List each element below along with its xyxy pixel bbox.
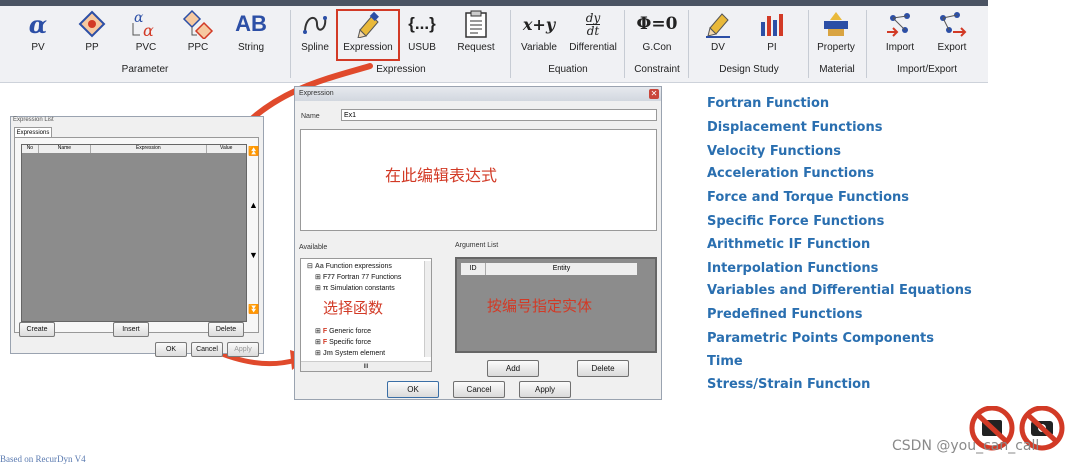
function-category: Acceleration Functions: [707, 166, 875, 181]
close-icon[interactable]: ✕: [649, 89, 659, 99]
apply-button[interactable]: Apply: [519, 381, 571, 398]
function-category: Parametric Points Components: [707, 331, 934, 346]
function-category: Stress/Strain Function: [707, 377, 871, 392]
create-button[interactable]: Create: [19, 322, 55, 337]
function-category: Fortran Function: [707, 96, 830, 111]
editor-annotation: 在此编辑表达式: [385, 166, 498, 185]
function-category: Velocity Functions: [707, 144, 841, 159]
column-header: Name: [39, 145, 92, 153]
available-label: Available: [299, 244, 328, 251]
window-title: Expression List: [13, 117, 54, 123]
horizontal-scrollbar[interactable]: III: [301, 361, 431, 371]
grid-header: No Name Expression Value: [22, 145, 246, 153]
add-button[interactable]: Add: [487, 360, 539, 377]
tree-item[interactable]: ⊞ F77 Fortran 77 Functions: [315, 273, 401, 281]
cancel-button[interactable]: Cancel: [453, 381, 505, 398]
column-header: Entity: [552, 265, 571, 272]
move-bottom-button[interactable]: ⏬: [248, 304, 259, 315]
column-header: No: [22, 145, 39, 153]
name-field[interactable]: Ex1: [341, 109, 657, 121]
argument-annotation: 按编号指定实体: [487, 297, 593, 315]
column-header: Value: [220, 145, 233, 151]
expression-grid[interactable]: No Name Expression Value: [21, 144, 247, 322]
expression-editor[interactable]: 在此编辑表达式: [300, 129, 657, 231]
delete-button[interactable]: Delete: [577, 360, 629, 377]
watermark: CSDN @you_can_call: [892, 438, 1040, 454]
name-label: Name: [301, 113, 320, 120]
function-category: Specific Force Functions: [707, 214, 885, 229]
vertical-scrollbar[interactable]: [424, 261, 431, 357]
apply-button[interactable]: Apply: [227, 342, 259, 357]
insert-button[interactable]: Insert: [113, 322, 149, 337]
expression-dialog: Expression ✕ Name Ex1 在此编辑表达式 Available …: [294, 86, 662, 400]
move-down-button[interactable]: ▼: [249, 250, 258, 260]
argument-grid[interactable]: ID Entity 按编号指定实体: [455, 257, 657, 353]
tree-item[interactable]: ⊞ π Simulation constants: [315, 284, 395, 292]
move-up-button[interactable]: ▲: [249, 200, 258, 210]
function-category: Interpolation Functions: [707, 261, 879, 276]
tree-item[interactable]: ⊞ F Generic force: [315, 327, 371, 335]
function-tree[interactable]: ⊟ Aa Function expressions ⊞ F77 Fortran …: [300, 258, 432, 372]
argument-list-label: Argument List: [455, 242, 499, 249]
function-category: Displacement Functions: [707, 120, 883, 135]
based-on-label: Based on RecurDyn V4: [0, 454, 86, 464]
expression-list-window: Expression List Expressions No Name Expr…: [10, 116, 264, 357]
ok-button[interactable]: OK: [155, 342, 187, 357]
function-category: Arithmetic IF Function: [707, 237, 871, 252]
ok-button[interactable]: OK: [387, 381, 439, 398]
grid-header: ID Entity: [461, 263, 637, 275]
tree-item[interactable]: ⊞ F Specific force: [315, 338, 371, 346]
column-header: ID: [461, 263, 486, 275]
cancel-button[interactable]: Cancel: [191, 342, 223, 357]
function-category: Predefined Functions: [707, 307, 863, 322]
tree-annotation: 选择函数: [323, 299, 384, 317]
tree-item[interactable]: ⊟ Aa Function expressions: [307, 262, 392, 270]
tree-item[interactable]: ⊞ Jm System element: [315, 349, 385, 357]
move-top-button[interactable]: ⏫: [248, 146, 259, 157]
delete-button[interactable]: Delete: [208, 322, 244, 337]
column-header: Expression: [91, 145, 207, 153]
tab-panel: No Name Expression Value ⏫ ▲ ▼ ⏬: [14, 137, 259, 333]
function-category: Variables and Differential Equations: [707, 283, 972, 298]
dialog-title-bar: Expression ✕: [295, 87, 661, 101]
function-category: Time: [707, 354, 743, 369]
function-category: Force and Torque Functions: [707, 190, 910, 205]
dialog-title: Expression: [299, 90, 334, 97]
